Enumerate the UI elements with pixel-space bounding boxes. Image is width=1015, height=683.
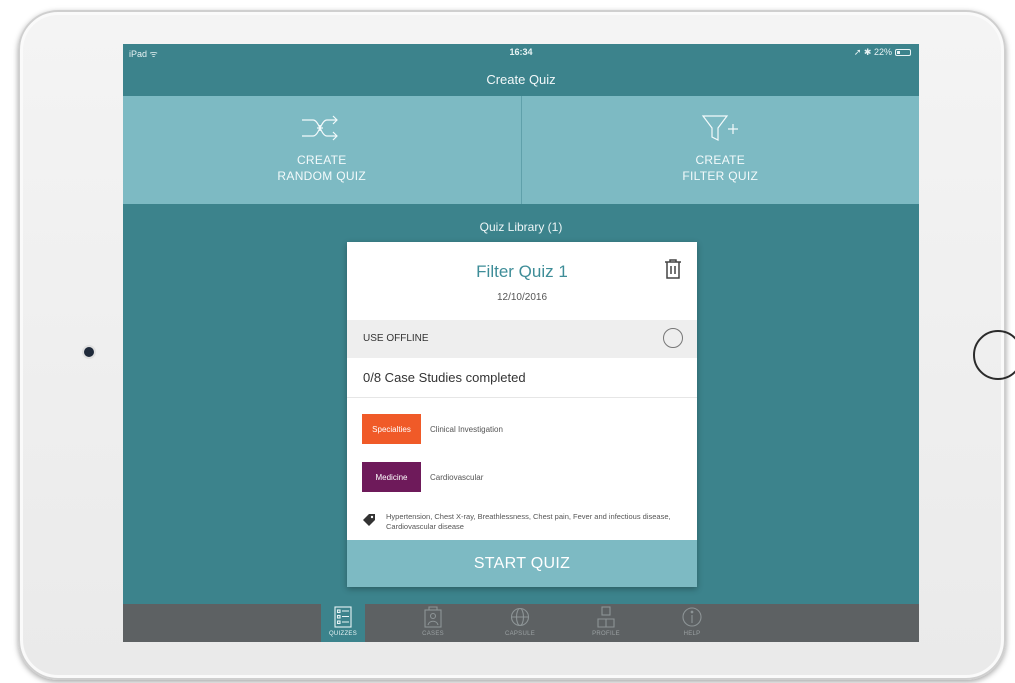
tab-capsule[interactable]: CAPSULE: [498, 604, 542, 642]
create-filter-quiz-label: CREATE FILTER QUIZ: [682, 153, 759, 183]
shuffle-plus-icon: [301, 115, 338, 141]
status-battery-text: ➚ ✱ 22%: [853, 47, 892, 57]
use-offline-row[interactable]: USE OFFLINE: [347, 320, 697, 358]
tab-label: HELP: [683, 631, 701, 637]
quiz-date: 12/10/2016: [496, 292, 548, 303]
specialties-value: Clinical Investigation: [430, 424, 503, 434]
quiz-card: Filter Quiz 1 12/10/2016 USE OFFLINE 0/8…: [347, 242, 697, 587]
home-button[interactable]: [973, 330, 1015, 380]
profile-icon: [597, 606, 615, 628]
keywords-text: Hypertension, Chest X-ray, Breathlessnes…: [386, 512, 671, 531]
use-offline-label: USE OFFLINE: [363, 333, 429, 344]
quiz-library-title: Quiz Library (1): [479, 220, 563, 234]
tab-label: PROFILE: [592, 631, 620, 637]
tab-help[interactable]: HELP: [670, 604, 714, 642]
tab-profile[interactable]: PROFILE: [584, 604, 628, 642]
battery-icon: [895, 49, 911, 56]
tab-label: QUIZZES: [328, 631, 358, 637]
help-icon: [682, 607, 702, 627]
tab-quizzes[interactable]: QUIZZES: [321, 604, 365, 642]
tab-label: CASES: [422, 631, 444, 637]
tag-row: Medicine Cardiovascular: [362, 462, 483, 492]
status-indicators: ➚ ✱ 22%: [854, 47, 911, 58]
quiz-list-icon: [334, 606, 352, 628]
app-screen: iPad ᯤ 16:34 ➚ ✱ 22% Create Quiz CREATE …: [123, 44, 919, 642]
tab-bar: QUIZZES CASES CAPSULE PROFILE HELP: [123, 604, 919, 642]
create-random-quiz-label: CREATE RANDOM QUIZ: [277, 153, 367, 183]
status-time: 16:34: [509, 47, 533, 57]
use-offline-toggle[interactable]: [663, 328, 683, 348]
keywords-row: Hypertension, Chest X-ray, Breathlessnes…: [362, 512, 682, 532]
specialties-badge: Specialties: [362, 414, 421, 444]
trash-icon[interactable]: [663, 258, 683, 280]
tab-label: CAPSULE: [504, 631, 536, 637]
tab-cases[interactable]: CASES: [411, 604, 455, 642]
quiz-title[interactable]: Filter Quiz 1: [347, 262, 697, 282]
cases-icon: [424, 606, 442, 628]
tag-icon: [363, 514, 375, 526]
filter-plus-icon: [702, 115, 739, 141]
start-quiz-button[interactable]: START QUIZ: [347, 540, 697, 587]
create-random-quiz-button[interactable]: CREATE RANDOM QUIZ: [123, 96, 521, 204]
front-camera: [84, 347, 94, 357]
capsule-icon: [510, 607, 530, 627]
page-title: Create Quiz: [486, 72, 556, 87]
medicine-value: Cardiovascular: [430, 472, 484, 482]
case-studies-progress: 0/8 Case Studies completed: [363, 370, 526, 385]
create-quiz-panel: CREATE RANDOM QUIZ CREATE FILTER QUIZ: [123, 96, 919, 204]
tag-row: Specialties Clinical Investigation: [362, 414, 503, 444]
medicine-badge: Medicine: [362, 462, 421, 492]
create-filter-quiz-button[interactable]: CREATE FILTER QUIZ: [520, 96, 920, 204]
status-bar: iPad ᯤ 16:34 ➚ ✱ 22%: [123, 44, 919, 60]
progress-row: 0/8 Case Studies completed: [347, 358, 697, 398]
